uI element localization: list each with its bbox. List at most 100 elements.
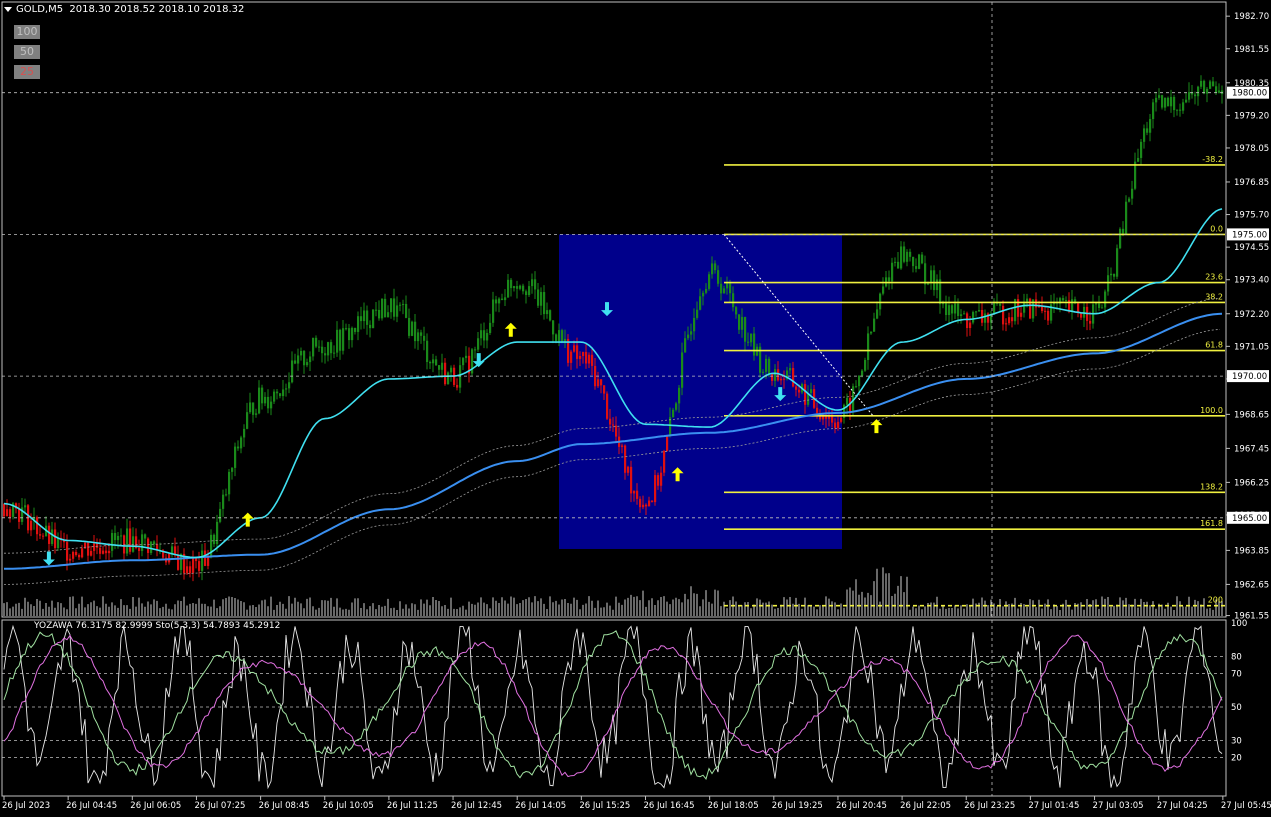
price-candle <box>573 345 576 352</box>
price-candle <box>747 341 750 343</box>
price-candle <box>150 541 153 553</box>
price-candle <box>699 296 702 310</box>
fib-label: 138.2 <box>1200 482 1223 491</box>
price-candle <box>1020 312 1023 317</box>
price-candle <box>648 500 651 507</box>
price-tick-label: 1975.70 <box>1234 211 1269 221</box>
price-candle <box>918 254 921 269</box>
price-candle <box>168 553 171 563</box>
price-candle <box>1155 97 1158 103</box>
price-candle <box>561 330 564 342</box>
price-candle <box>291 360 294 383</box>
price-candle <box>1131 188 1134 199</box>
price-candle <box>99 547 102 554</box>
price-candle <box>1146 128 1149 133</box>
oscillator-tick-label: 30 <box>1231 737 1242 747</box>
price-candle <box>87 542 90 556</box>
price-candle <box>72 551 75 559</box>
price-candle <box>447 372 450 385</box>
price-candle <box>435 359 438 366</box>
price-candle <box>678 387 681 404</box>
time-tick-label: 27 Jul 03:05 <box>1093 801 1144 811</box>
price-candle <box>873 318 876 332</box>
price-candle <box>1158 95 1161 98</box>
price-candle <box>588 354 591 364</box>
price-candle <box>579 355 582 359</box>
price-candle <box>204 550 207 566</box>
price-candle <box>36 517 39 535</box>
time-tick-label: 26 Jul 06:05 <box>130 801 181 811</box>
price-tick-label: 1966.25 <box>1234 478 1269 488</box>
price-candle <box>621 445 624 447</box>
price-tick-label: 1981.55 <box>1234 45 1269 55</box>
price-candle <box>303 350 306 366</box>
time-tick-label: 26 Jul 10:05 <box>323 801 374 811</box>
price-candle <box>1203 80 1206 94</box>
button-100[interactable]: 100 <box>14 25 40 39</box>
price-candle <box>456 384 459 388</box>
price-candle <box>372 309 375 329</box>
price-candle <box>642 504 645 508</box>
price-candle <box>1062 298 1065 301</box>
button-50[interactable]: 50 <box>14 45 40 59</box>
price-candle <box>1122 228 1125 234</box>
price-candle <box>399 304 402 306</box>
time-tick-label: 26 Jul 04:45 <box>66 801 117 811</box>
price-candle <box>693 317 696 332</box>
price-candle <box>861 370 864 376</box>
price-candle <box>1173 96 1176 111</box>
price-candle <box>501 298 504 301</box>
fib-label: 100.0 <box>1200 406 1223 415</box>
price-candle <box>189 566 192 574</box>
price-candle <box>402 303 405 305</box>
price-candle <box>729 283 732 294</box>
price-candle <box>42 535 45 537</box>
price-candle <box>1113 273 1116 277</box>
fib-label: 200 <box>1208 596 1223 605</box>
button-25[interactable]: 25 <box>14 65 40 79</box>
price-candle <box>528 286 531 296</box>
price-candle <box>600 379 603 386</box>
price-candle <box>1071 299 1074 312</box>
price-candle <box>804 384 807 405</box>
price-candle <box>393 298 396 317</box>
trading-chart[interactable]: -38.2 0.0 23.6 38.2 61.8 100.0 138.2 161.8 200 19… <box>0 0 1271 817</box>
oscillator-tick-label: 80 <box>1231 653 1242 663</box>
price-candle <box>1098 303 1101 308</box>
price-candle <box>609 418 612 425</box>
price-candle <box>141 534 144 551</box>
price-candle <box>864 359 867 371</box>
price-candle <box>726 283 729 289</box>
price-tick-label: 1967.45 <box>1234 444 1269 454</box>
price-candle <box>126 528 129 554</box>
buy-signal-arrow-icon <box>870 419 883 434</box>
price-candle <box>366 310 369 325</box>
indicator-label: YOZAWA 76.3175 82.9999 Sto(5,3,3) 54.789… <box>34 621 281 631</box>
price-candle <box>657 475 660 486</box>
price-candle <box>255 413 258 415</box>
ohlc-readout: 2018.30 2018.52 2018.10 2018.32 <box>69 4 245 15</box>
price-candle <box>1185 99 1188 103</box>
price-candle <box>837 421 840 429</box>
price-candle <box>3 503 6 517</box>
price-candle <box>1002 305 1005 325</box>
price-candle <box>735 307 738 315</box>
price-candle <box>516 286 519 289</box>
price-candle <box>213 534 216 545</box>
price-candle <box>513 286 516 289</box>
dropdown-triangle-icon[interactable] <box>4 6 12 12</box>
price-candle <box>480 330 483 339</box>
price-candle <box>651 500 654 503</box>
oscillator-tick-label: 50 <box>1231 703 1242 713</box>
price-candle <box>117 535 120 541</box>
price-candle <box>384 298 387 318</box>
price-candle <box>666 435 669 452</box>
price-candle <box>264 396 267 404</box>
price-candle <box>522 285 525 292</box>
price-chart-svg[interactable]: -38.2 0.0 23.6 38.2 61.8 100.0 138.2 161.8 200 19… <box>0 0 1271 817</box>
price-candle <box>93 543 96 551</box>
price-candle <box>1161 95 1164 108</box>
price-tick-label: 1979.20 <box>1234 111 1269 121</box>
price-marker-label: 1980.00 <box>1232 89 1267 99</box>
price-candle <box>510 279 513 289</box>
